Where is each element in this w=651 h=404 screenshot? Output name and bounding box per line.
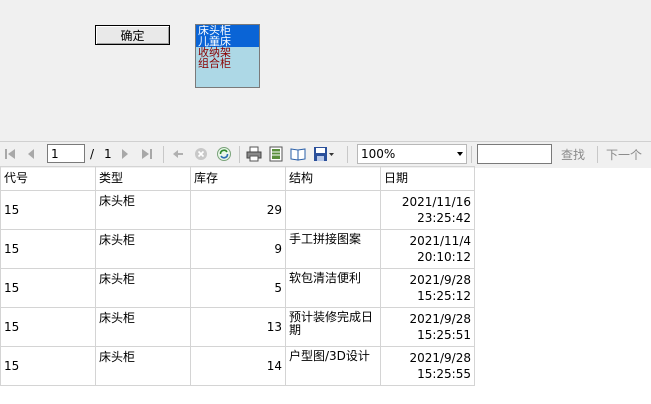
cell-date: 2021/11/16 23:25:42 <box>380 190 475 230</box>
chevron-down-icon <box>457 152 463 156</box>
cell-date-day: 2021/11/4 <box>409 234 471 248</box>
find-button[interactable]: 查找 <box>561 146 585 163</box>
cell-date-day: 2021/9/28 <box>409 273 471 287</box>
toolbar-separator <box>471 146 472 163</box>
stop-icon[interactable] <box>193 146 209 162</box>
cell-date: 2021/9/28 15:25:12 <box>380 268 475 308</box>
cell-date-time: 23:25:42 <box>417 211 471 225</box>
cell-type: 床头柜 <box>95 346 191 386</box>
current-page-input[interactable] <box>47 144 85 163</box>
total-pages: 1 <box>104 147 112 161</box>
cell-structure: 户型图/3D设计 <box>285 346 381 386</box>
table-row: 15 床头柜 29 2021/11/16 23:25:42 <box>0 190 475 230</box>
back-icon[interactable] <box>171 146 185 162</box>
cell-code: 15 <box>0 229 96 269</box>
page-separator: / <box>90 147 95 161</box>
cell-code: 15 <box>0 307 96 347</box>
cell-date: 2021/11/4 20:10:12 <box>380 229 475 269</box>
table-row: 15 床头柜 5 软包清洁便利 2021/9/28 15:25:12 <box>0 268 475 308</box>
cell-type: 床头柜 <box>95 190 191 230</box>
column-header-type: 类型 <box>95 166 191 191</box>
column-header-date: 日期 <box>380 166 475 191</box>
cell-structure: 软包清洁便利 <box>285 268 381 308</box>
next-page-icon[interactable] <box>119 146 131 162</box>
cell-structure <box>285 190 381 230</box>
report-toolbar: / 1 100% 查找 下一个 <box>0 141 651 168</box>
table-row: 15 床头柜 9 手工拼接图案 2021/11/4 20:10:12 <box>0 229 475 269</box>
page-setup-icon[interactable] <box>290 146 306 162</box>
zoom-select[interactable]: 100% <box>357 144 467 164</box>
previous-page-icon[interactable] <box>25 146 37 162</box>
first-page-icon[interactable] <box>3 146 17 162</box>
cell-stock: 9 <box>190 229 286 269</box>
cell-stock: 14 <box>190 346 286 386</box>
cell-type: 床头柜 <box>95 307 191 347</box>
cell-stock: 29 <box>190 190 286 230</box>
refresh-icon[interactable] <box>216 146 232 162</box>
cell-stock: 5 <box>190 268 286 308</box>
table-row: 15 床头柜 14 户型图/3D设计 2021/9/28 15:25:55 <box>0 346 475 386</box>
cell-date-time: 15:25:51 <box>417 328 471 342</box>
search-input[interactable] <box>477 144 552 164</box>
ok-button[interactable]: 确定 <box>95 25 170 45</box>
cell-type: 床头柜 <box>95 229 191 269</box>
cell-date-day: 2021/9/28 <box>409 351 471 365</box>
export-icon[interactable] <box>313 146 335 162</box>
cell-date-day: 2021/11/16 <box>401 195 471 209</box>
cell-stock: 13 <box>190 307 286 347</box>
find-next-button[interactable]: 下一个 <box>606 146 642 163</box>
cell-code: 15 <box>0 346 96 386</box>
cell-structure: 预计装修完成日期 <box>285 307 381 347</box>
toolbar-separator <box>163 146 164 163</box>
table-header-row: 代号 类型 库存 结构 日期 <box>0 166 475 191</box>
table-row: 15 床头柜 13 预计装修完成日期 2021/9/28 15:25:51 <box>0 307 475 347</box>
report-table: 代号 类型 库存 结构 日期 15 床头柜 29 2021/11/16 23:25… <box>0 166 475 386</box>
cell-date: 2021/9/28 15:25:55 <box>380 346 475 386</box>
toolbar-separator <box>597 146 598 163</box>
cell-date: 2021/9/28 15:25:51 <box>380 307 475 347</box>
cell-date-time: 20:10:12 <box>417 250 471 264</box>
form-area: 确定 床头柜 儿童床 收纳架 组合柜 <box>0 0 651 141</box>
cell-date-day: 2021/9/28 <box>409 312 471 326</box>
column-header-stock: 库存 <box>190 166 286 191</box>
print-layout-icon[interactable] <box>268 146 284 162</box>
category-listbox[interactable]: 床头柜 儿童床 收纳架 组合柜 <box>195 24 260 88</box>
last-page-icon[interactable] <box>140 146 154 162</box>
cell-structure: 手工拼接图案 <box>285 229 381 269</box>
cell-date-time: 15:25:55 <box>417 367 471 381</box>
cell-code: 15 <box>0 190 96 230</box>
print-icon[interactable] <box>246 146 262 162</box>
list-item[interactable]: 组合柜 <box>196 58 259 69</box>
toolbar-separator <box>239 146 240 163</box>
cell-date-time: 15:25:12 <box>417 289 471 303</box>
column-header-structure: 结构 <box>285 166 381 191</box>
cell-type: 床头柜 <box>95 268 191 308</box>
zoom-value: 100% <box>361 147 396 161</box>
column-header-code: 代号 <box>0 166 96 191</box>
toolbar-separator <box>347 146 348 163</box>
cell-code: 15 <box>0 268 96 308</box>
